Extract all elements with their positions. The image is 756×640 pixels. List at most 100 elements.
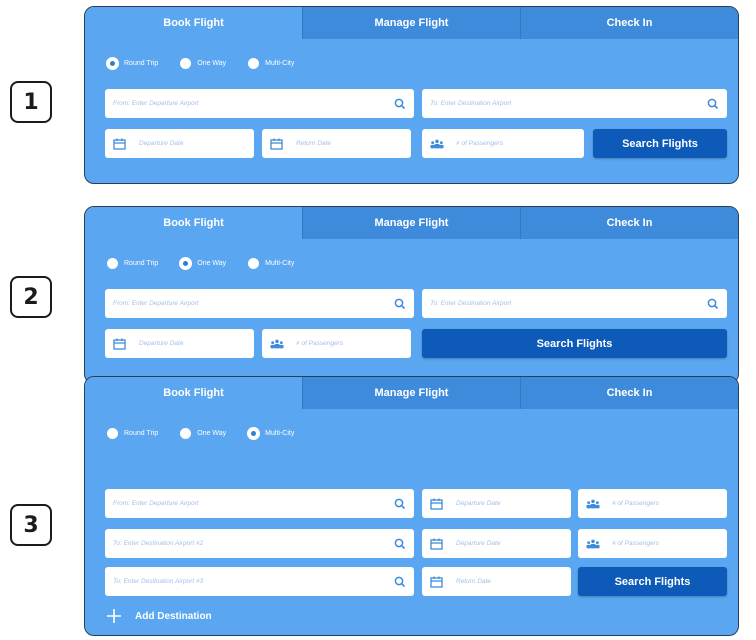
search-flights-button[interactable]: Search Flights	[422, 329, 727, 358]
tab-bar: Book Flight Manage Flight Check In	[85, 7, 738, 39]
trip-type-radio-group: Round Trip One Way Multi-City	[107, 425, 316, 441]
radio-one-way[interactable]: One Way	[180, 57, 227, 69]
radio-one-way[interactable]: One Way	[180, 427, 227, 439]
field-placeholder: To: Enter Destination Airport	[430, 300, 512, 307]
tab-book-flight[interactable]: Book Flight	[85, 7, 302, 39]
trip-type-radio-group: Round Trip One Way Multi-City	[107, 255, 316, 271]
to-airport-input[interactable]: To: Enter Destination Airport	[422, 289, 727, 318]
booking-panel-round-trip: Book Flight Manage Flight Check In Round…	[84, 6, 739, 184]
search-flights-button[interactable]: Search Flights	[593, 129, 727, 158]
departure-date-input[interactable]: Departure Date	[105, 129, 254, 158]
radio-dot	[107, 257, 118, 269]
search-icon	[707, 98, 719, 110]
return-date-input[interactable]: Return Date	[262, 129, 411, 158]
step-badge-2: 2	[10, 276, 52, 318]
calendar-icon	[113, 338, 127, 350]
tab-check-in[interactable]: Check In	[520, 207, 738, 239]
from-airport-input[interactable]: From: Enter Departure Airport	[105, 489, 414, 518]
search-icon	[394, 98, 406, 110]
tab-bar: Book Flight Manage Flight Check In	[85, 377, 738, 409]
radio-dot	[180, 427, 192, 439]
tab-check-in[interactable]: Check In	[520, 7, 738, 39]
calendar-icon	[430, 538, 444, 550]
radio-dot	[180, 57, 192, 69]
booking-panel-one-way: Book Flight Manage Flight Check In Round…	[84, 206, 739, 384]
calendar-icon	[270, 138, 284, 150]
field-placeholder: # of Passengers	[612, 500, 659, 507]
radio-dot	[180, 257, 192, 269]
to-airport-input[interactable]: To: Enter Destination Airport	[422, 89, 727, 118]
tab-check-in[interactable]: Check In	[520, 377, 738, 409]
radio-label: Round Trip	[124, 259, 159, 267]
field-placeholder: Departure Date	[456, 500, 501, 507]
trip-type-radio-group: Round Trip One Way Multi-City	[107, 55, 316, 71]
calendar-icon	[113, 138, 127, 150]
radio-dot	[107, 57, 118, 69]
departure-date-input-1[interactable]: Departure Date	[422, 489, 571, 518]
from-airport-input[interactable]: From: Enter Departure Airport	[105, 89, 414, 118]
return-date-input[interactable]: Return Date	[422, 567, 571, 596]
radio-label: One Way	[197, 429, 227, 437]
radio-one-way[interactable]: One Way	[180, 257, 227, 269]
passengers-icon	[270, 338, 284, 350]
from-airport-input[interactable]: From: Enter Departure Airport	[105, 289, 414, 318]
field-placeholder: # of Passengers	[612, 540, 659, 547]
search-flights-button[interactable]: Search Flights	[578, 567, 727, 596]
radio-multi-city[interactable]: Multi-City	[248, 57, 295, 69]
field-placeholder: # of Passengers	[456, 140, 503, 147]
search-icon	[394, 576, 406, 588]
booking-panel-multi-city: Book Flight Manage Flight Check In Round…	[84, 376, 739, 636]
tab-bar: Book Flight Manage Flight Check In	[85, 207, 738, 239]
radio-round-trip[interactable]: Round Trip	[107, 427, 158, 439]
search-icon	[394, 498, 406, 510]
radio-multi-city[interactable]: Multi-City	[248, 427, 295, 439]
passengers-input-2[interactable]: # of Passengers	[578, 529, 727, 558]
step-badge-3: 3	[10, 504, 52, 546]
radio-dot	[248, 257, 260, 269]
tab-manage-flight[interactable]: Manage Flight	[302, 7, 520, 39]
radio-dot	[107, 427, 118, 439]
radio-label: One Way	[197, 59, 227, 67]
tab-book-flight[interactable]: Book Flight	[85, 377, 302, 409]
passengers-input-1[interactable]: # of Passengers	[578, 489, 727, 518]
passengers-input[interactable]: # of Passengers	[422, 129, 584, 158]
passengers-input[interactable]: # of Passengers	[262, 329, 411, 358]
to-airport-input-3[interactable]: To: Enter Destination Airport #3	[105, 567, 414, 596]
search-icon	[394, 298, 406, 310]
step-badge-1: 1	[10, 81, 52, 123]
radio-dot	[248, 57, 260, 69]
plus-icon	[107, 609, 121, 623]
radio-multi-city[interactable]: Multi-City	[248, 257, 294, 269]
field-placeholder: To: Enter Destination Airport #2	[113, 540, 204, 547]
field-placeholder: Departure Date	[139, 340, 184, 347]
tab-manage-flight[interactable]: Manage Flight	[302, 377, 520, 409]
tab-manage-flight[interactable]: Manage Flight	[302, 207, 520, 239]
field-placeholder: Departure Date	[456, 540, 501, 547]
passengers-icon	[586, 538, 600, 550]
calendar-icon	[430, 498, 444, 510]
field-placeholder: To: Enter Destination Airport	[430, 100, 512, 107]
add-destination-button[interactable]: Add Destination	[107, 609, 212, 623]
tab-book-flight[interactable]: Book Flight	[85, 207, 302, 239]
add-destination-label: Add Destination	[135, 610, 212, 622]
radio-label: One Way	[197, 259, 227, 267]
radio-round-trip[interactable]: Round Trip	[107, 257, 159, 269]
field-placeholder: Return Date	[456, 578, 492, 585]
radio-label: Multi-City	[265, 429, 295, 437]
departure-date-input[interactable]: Departure Date	[105, 329, 254, 358]
field-placeholder: From: Enter Departure Airport	[113, 100, 199, 107]
radio-round-trip[interactable]: Round Trip	[107, 57, 159, 69]
passengers-icon	[586, 498, 600, 510]
radio-label: Multi-City	[265, 59, 295, 67]
search-icon	[394, 538, 406, 550]
calendar-icon	[430, 576, 444, 588]
departure-date-input-2[interactable]: Departure Date	[422, 529, 571, 558]
passengers-icon	[430, 138, 444, 150]
field-placeholder: Return Date	[296, 140, 332, 147]
search-icon	[707, 298, 719, 310]
to-airport-input-2[interactable]: To: Enter Destination Airport #2	[105, 529, 414, 558]
radio-label: Round Trip	[124, 59, 159, 67]
field-placeholder: From: Enter Departure Airport	[113, 300, 199, 307]
field-placeholder: From: Enter Departure Airport	[113, 500, 199, 507]
radio-dot	[248, 427, 260, 439]
